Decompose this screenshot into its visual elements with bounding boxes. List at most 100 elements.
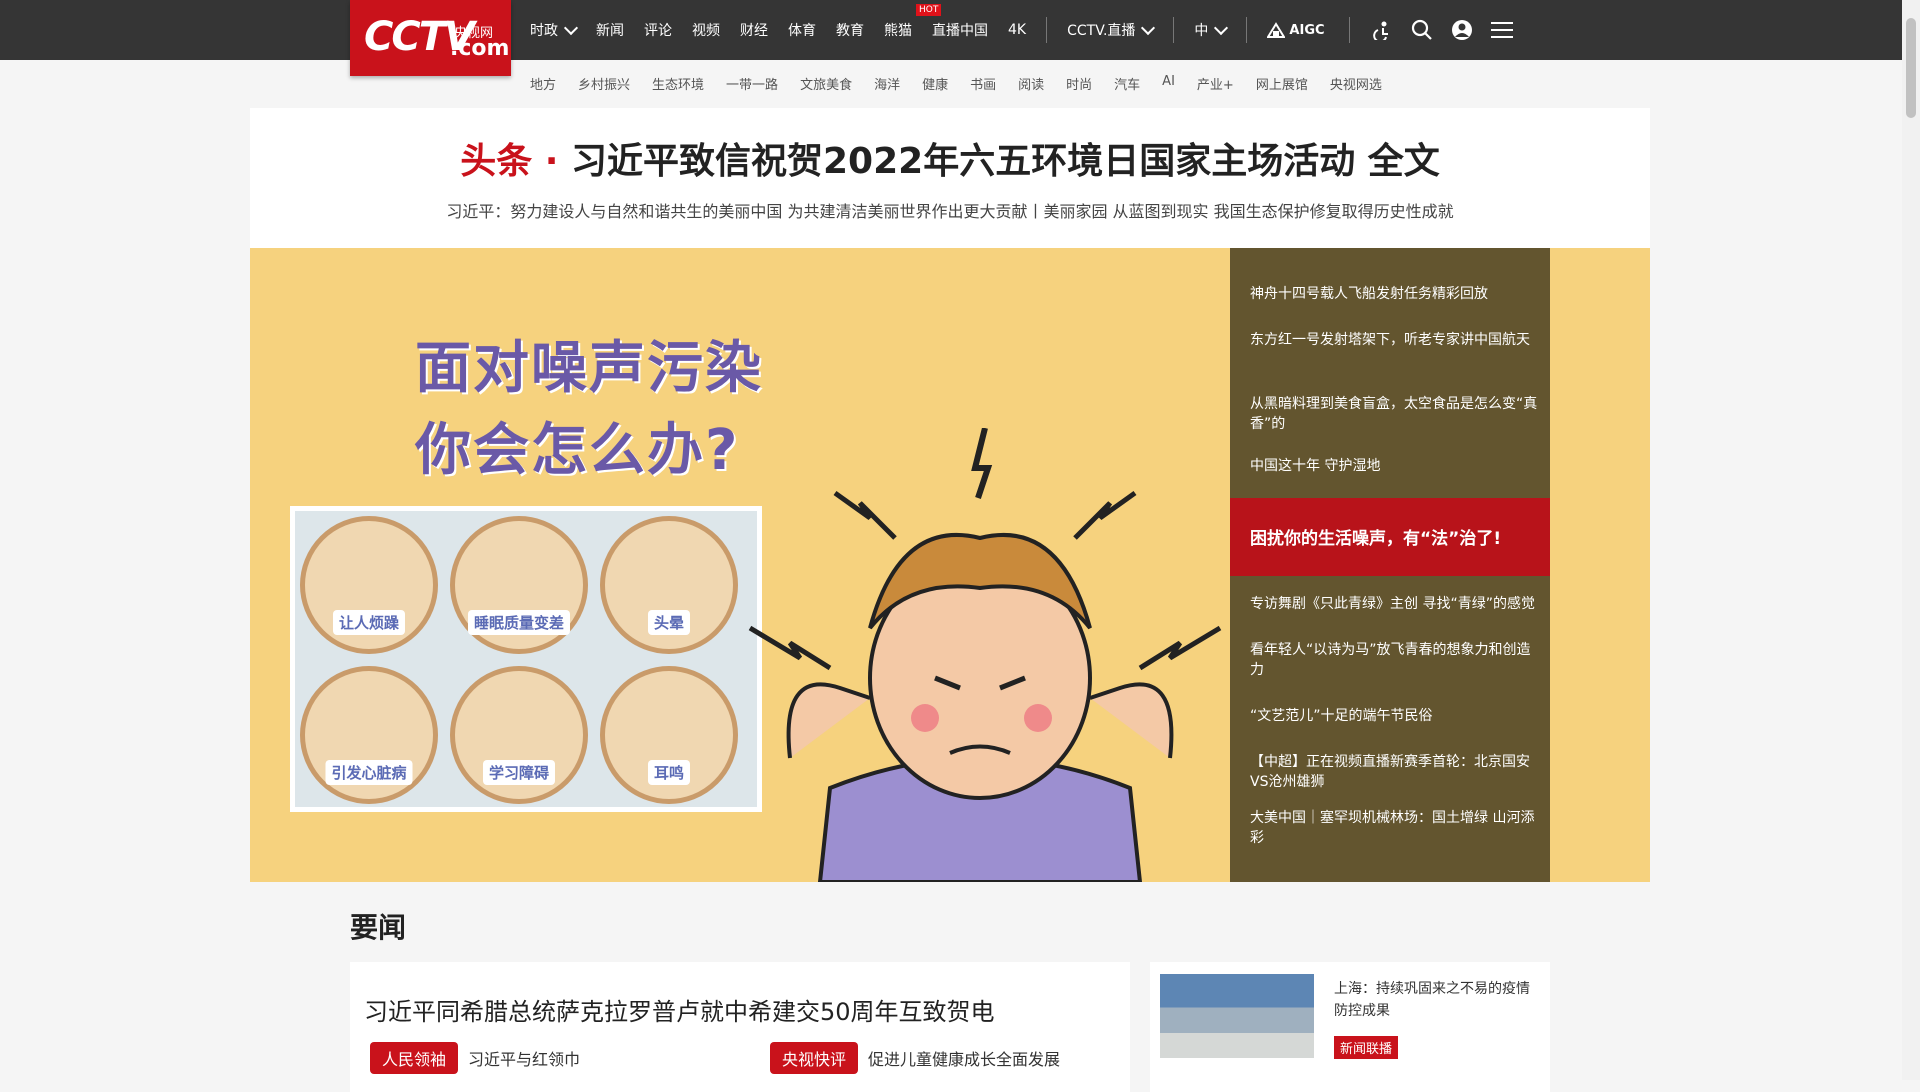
cctv-logo[interactable]: CCTV 央视网 .com [350,0,511,76]
symptom-circle: 让人烦躁 [300,516,438,654]
scrollbar-thumb[interactable] [1906,18,1916,118]
nav-item-sports[interactable]: 体育 [788,20,816,40]
side-news-item[interactable]: 从黑暗料理到美食盲盒，太空食品是怎么变“真香”的 [1250,394,1540,434]
nav-item-education[interactable]: 教育 [836,20,864,40]
symptom-circle: 头晕 [600,516,738,654]
side-card-tag[interactable]: 新闻联播 [1334,1036,1399,1059]
main-news-box: 习近平同希腊总统萨克拉罗普卢就中希建交50周年互致贺电 人民领袖 习近平与红领巾… [350,962,1130,1092]
headline-box: 头条 · 习近平致信祝贺2022年六五环境日国家主场活动 全文 习近平：努力建设… [250,108,1650,248]
subnav-item[interactable]: 乡村振兴 [578,74,630,93]
aigc-icon [1267,22,1286,38]
nav-divider [1246,17,1248,43]
nav-item-cctv-live[interactable]: CCTV.直播 [1067,20,1156,40]
side-news-item[interactable]: “文艺范儿”十足的端午节民俗 [1250,706,1540,726]
side-news-item[interactable]: 中国这十年 守护湿地 [1250,456,1540,476]
nav-item-finance[interactable]: 财经 [740,20,768,40]
subnav-item[interactable]: 地方 [530,74,556,93]
nav-item-comment[interactable]: 评论 [644,20,672,40]
symptom-label: 引发心脏病 [325,760,413,785]
subnav-item[interactable]: 央视网选 [1330,74,1382,93]
nav-item-live-china[interactable]: 直播中国 [932,20,988,40]
news-tag-pill[interactable]: 人民领袖 [370,1042,459,1074]
subnav-item[interactable]: 文旅美食 [800,74,852,93]
nav-divider [1348,17,1350,43]
nav-item-panda[interactable]: 熊猫 HOT [884,4,942,40]
side-news-item[interactable]: 看年轻人“以诗为马”放飞青春的想象力和创造力 [1250,640,1540,680]
side-active-label: 困扰你的生活噪声，有“法”治了! [1250,529,1502,549]
symptom-label: 耳鸣 [647,760,691,785]
user-icon[interactable] [1450,18,1474,42]
language-switch[interactable]: 中 [1194,20,1229,40]
subnav-item[interactable]: 海洋 [874,74,900,93]
subnav-item[interactable]: 阅读 [1018,74,1044,93]
hero-title: 面对噪声污染 你会怎么办? [415,328,763,492]
nav-label: 财经 [740,23,768,39]
nav-divider [1046,17,1048,43]
subnav-item[interactable]: 网上展馆 [1256,74,1308,93]
news-thumbnail [1160,974,1314,1058]
nav-divider [1173,17,1175,43]
subnav-item[interactable]: 健康 [922,74,948,93]
aigc-link[interactable]: AIGC [1267,22,1325,38]
chevron-down-icon [563,20,579,35]
hero-banner[interactable]: 面对噪声污染 你会怎么办? 让人烦躁 睡眠质量变差 头晕 引发心脏病 学习障碍 … [250,248,1650,882]
headline-tag: 头条 · [460,141,571,182]
subnav-item[interactable]: 汽车 [1114,74,1140,93]
symptom-circle: 学习障碍 [450,666,588,804]
subnav-item[interactable]: 书画 [970,74,996,93]
logo-com: .com [450,36,510,61]
side-news-item[interactable]: 大美中国｜塞罕坝机械林场：国土增绿 山河添彩 [1250,808,1540,848]
aigc-label: AIGC [1289,22,1325,38]
nav-label: 熊猫 [884,23,912,39]
nav-label: CCTV.直播 [1067,23,1136,39]
side-news-card[interactable]: 上海：持续巩固来之不易的疫情防控成果 新闻联播 [1150,962,1550,1092]
subnav-item[interactable]: 生态环境 [652,74,704,93]
nav-label: 体育 [788,23,816,39]
side-news-active[interactable]: 困扰你的生活噪声，有“法”治了! [1230,498,1550,576]
accessibility-icon[interactable] [1370,18,1394,42]
side-news-item[interactable]: 神舟十四号载人飞船发射任务精彩回放 [1250,284,1540,304]
headline-subline[interactable]: 习近平：努力建设人与自然和谐共生的美丽中国 为共建清洁美丽世界作出更大贡献丨美丽… [250,198,1650,222]
nav-label: 4K [1008,22,1027,38]
symptom-circle: 睡眠质量变差 [450,516,588,654]
main-nav: 时政 新闻 评论 视频 财经 体育 教育 熊猫 HOT 直播中国 4K CCTV.… [530,0,1530,60]
hot-badge: HOT [916,4,942,16]
nav-item-politics[interactable]: 时政 [530,20,579,40]
side-news-item[interactable]: 专访舞剧《只此青绿》主创 寻找“青绿”的感觉 [1250,594,1540,614]
nav-item-4k[interactable]: 4K [1008,22,1026,38]
subnav-item[interactable]: 产业+ [1197,74,1234,93]
symptom-label: 学习障碍 [482,760,556,785]
top-headline[interactable]: 头条 · 习近平致信祝贺2022年六五环境日国家主场活动 全文 [250,132,1650,184]
hero-side-list: 神舟十四号载人飞船发射任务精彩回放 东方红一号发射塔架下，听老专家讲中国航天 从… [1230,248,1550,882]
news-tag-pill[interactable]: 央视快评 [770,1042,859,1074]
side-news-item[interactable]: 【中超】正在视频直播新赛季首轮：北京国安VS沧州雄狮 [1250,752,1540,792]
nav-label: 评论 [644,23,672,39]
headline-title: 习近平致信祝贺2022年六五环境日国家主场活动 全文 [571,141,1440,182]
nav-label: 教育 [836,23,864,39]
news-link[interactable]: 习近平与红领巾 [468,1046,580,1070]
chevron-down-icon [1214,20,1229,35]
cartoon-man-illustration [748,428,1222,882]
page-scrollbar[interactable] [1902,0,1920,1080]
sub-nav: 地方 乡村振兴 生态环境 一带一路 文旅美食 海洋 健康 书画 阅读 时尚 汽车… [530,74,1404,93]
side-card-text: 上海：持续巩固来之不易的疫情防控成果 [1334,981,1530,1019]
symptom-label: 头晕 [647,610,691,635]
nav-item-news[interactable]: 新闻 [596,20,624,40]
symptom-panel: 让人烦躁 睡眠质量变差 头晕 引发心脏病 学习障碍 耳鸣 [290,506,762,812]
symptom-label: 让人烦躁 [332,610,406,635]
symptom-circle: 引发心脏病 [300,666,438,804]
hero-title-line1: 面对噪声污染 [415,336,763,401]
hero-title-line2: 你会怎么办? [415,418,740,483]
subnav-item[interactable]: 时尚 [1066,74,1092,93]
symptom-circle: 耳鸣 [600,666,738,804]
nav-label: 时政 [530,23,558,39]
side-news-item[interactable]: 东方红一号发射塔架下，听老专家讲中国航天 [1250,330,1540,350]
menu-icon[interactable] [1490,18,1514,42]
main-news-headline[interactable]: 习近平同希腊总统萨克拉罗普卢就中希建交50周年互致贺电 [364,992,995,1027]
subnav-item[interactable]: 一带一路 [726,74,778,93]
news-link[interactable]: 促进儿童健康成长全面发展 [868,1046,1060,1070]
nav-item-video[interactable]: 视频 [692,20,720,40]
section-title-news: 要闻 [350,911,407,944]
subnav-item[interactable]: AI [1162,74,1175,93]
search-icon[interactable] [1410,18,1434,42]
